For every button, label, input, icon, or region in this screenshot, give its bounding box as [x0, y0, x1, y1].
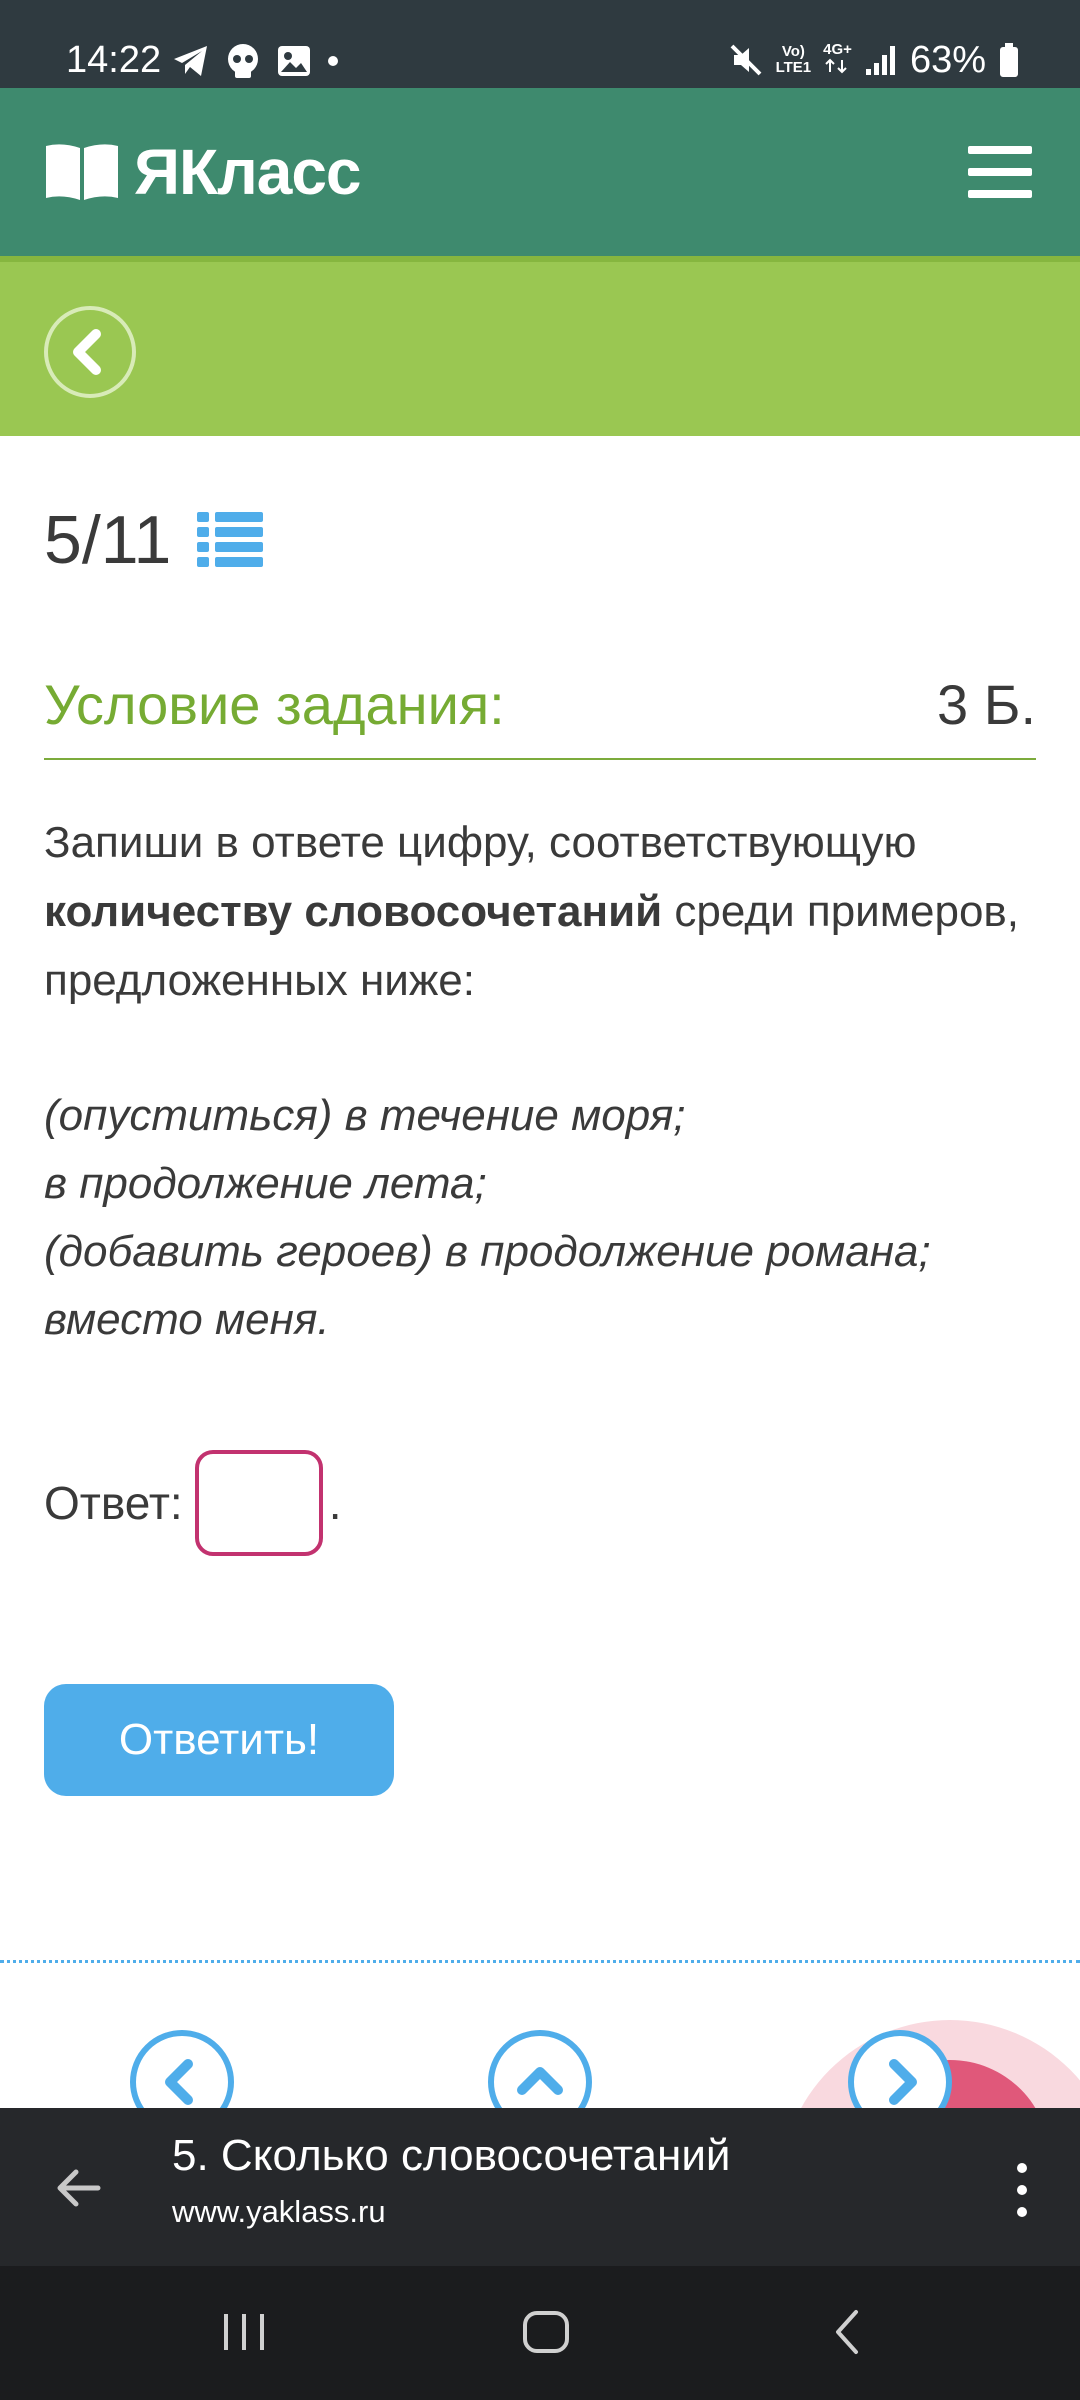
submit-answer-button[interactable]: Ответить! — [44, 1684, 394, 1796]
task-instruction: Запиши в ответе цифру, соответствующую к… — [44, 808, 1044, 1015]
navigation-band — [0, 256, 1080, 436]
browser-bottom-bar: 5. Сколько словосочетаний www.yaklass.ru — [0, 2108, 1080, 2266]
skull-icon — [228, 44, 258, 78]
arrow-left-icon[interactable] — [46, 2156, 110, 2220]
data-arrows-icon — [825, 58, 847, 73]
instruction-emphasis: количеству словосочетаний — [44, 887, 663, 936]
instruction-text: Запиши в ответе цифру, соответствующую — [44, 818, 917, 867]
example-item: (добавить героев) в продолжение романа; — [44, 1227, 931, 1276]
volte-indicator: Vo) LTE1 — [775, 43, 812, 76]
dot-icon — [328, 56, 338, 66]
browser-url[interactable]: www.yaklass.ru — [172, 2192, 386, 2232]
back-nav-icon[interactable] — [818, 2302, 878, 2362]
answer-row: Ответ: . — [44, 1450, 341, 1556]
notification-icons — [172, 42, 340, 80]
task-condition-header: Условие задания: 3 Б. — [44, 660, 1036, 760]
status-bar: 14:22 Vo) LTE1 4G+ 63% — [0, 0, 1080, 88]
menu-bar-icon — [968, 190, 1032, 198]
progress-counter: 5/11 — [44, 502, 172, 578]
answer-input[interactable] — [194, 1450, 323, 1556]
menu-bar-icon — [968, 168, 1032, 176]
battery-icon — [1000, 43, 1018, 77]
system-status-icons: Vo) LTE1 4G+ 63% — [728, 38, 1020, 82]
status-time: 14:22 — [66, 39, 162, 81]
example-item: (опуститься) в течение моря; — [44, 1091, 686, 1140]
book-icon — [46, 144, 118, 200]
system-navigation-bar — [0, 2266, 1080, 2400]
battery-percent: 63% — [909, 39, 986, 81]
app-header: ЯКласс — [0, 88, 1080, 256]
recent-apps-icon[interactable] — [214, 2302, 274, 2362]
answer-period: . — [328, 1477, 342, 1529]
example-item: в продолжение лета; — [44, 1159, 487, 1208]
task-progress: 5/11 — [44, 500, 264, 580]
mute-icon — [730, 44, 762, 76]
home-icon[interactable] — [516, 2302, 576, 2362]
answer-label: Ответ: — [44, 1477, 183, 1529]
task-list-icon[interactable] — [197, 510, 264, 570]
more-vertical-icon[interactable] — [1012, 2160, 1032, 2220]
task-title: Условие задания: — [44, 673, 505, 736]
logo-text: ЯКласс — [134, 136, 361, 208]
image-icon — [278, 46, 310, 76]
task-points: 3 Б. — [936, 673, 1036, 736]
browser-page-title[interactable]: 5. Сколько словосочетаний — [172, 2128, 731, 2184]
menu-bar-icon — [968, 146, 1032, 154]
chevron-left-icon — [73, 329, 101, 375]
example-item: вместо меня. — [44, 1295, 330, 1344]
telegram-icon — [174, 46, 207, 76]
signal-icon — [865, 46, 895, 75]
network-type-indicator: 4G+ — [823, 41, 852, 79]
logo[interactable]: ЯКласс — [44, 134, 361, 210]
examples-list: (опуститься) в течение моря; в продолжен… — [44, 1082, 1044, 1354]
hamburger-menu-button[interactable] — [968, 146, 1032, 198]
back-button[interactable] — [44, 306, 136, 398]
divider — [0, 1960, 1080, 1963]
